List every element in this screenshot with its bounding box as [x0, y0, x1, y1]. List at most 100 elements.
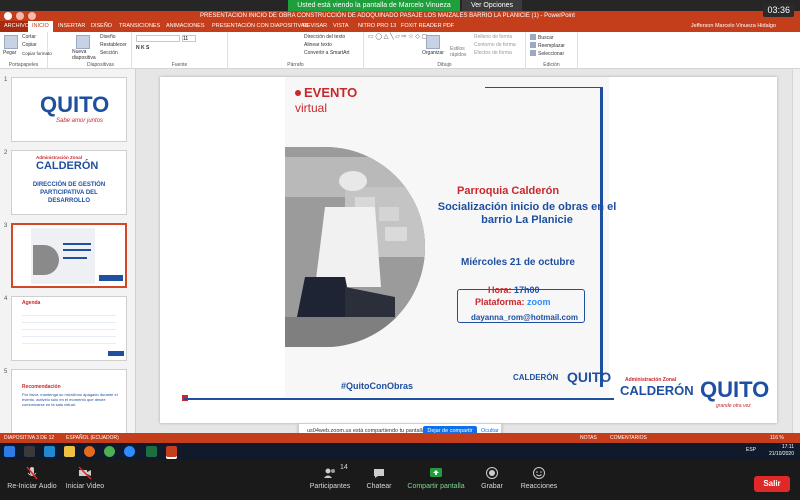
vertical-scrollbar[interactable]	[792, 69, 800, 433]
tab-foxit[interactable]: FOXIT READER PDF	[397, 21, 458, 32]
chrome-icon[interactable]	[104, 446, 115, 457]
event-poster: EVENTO virtual Parroquia Calderón Social…	[285, 77, 616, 397]
section-button[interactable]: Sección	[100, 50, 118, 57]
folder-icon[interactable]	[64, 446, 75, 457]
zoom-window: Usted está viendo la pantalla de Marcelo…	[0, 0, 800, 500]
red-dot-icon	[295, 90, 301, 96]
share-screen-button[interactable]: Compartir pantalla	[404, 460, 468, 500]
leave-meeting-button[interactable]: Salir	[754, 476, 790, 492]
slide-thumbnail-1[interactable]: QUITO Sabe amor juntos	[11, 77, 127, 142]
font-size-select[interactable]: 11	[182, 35, 196, 42]
reset-button[interactable]: Restablecer	[100, 42, 127, 49]
select-label: Seleccionar	[538, 51, 565, 57]
tab-inicio[interactable]: INICIO	[28, 21, 53, 32]
format-painter-button[interactable]: Copiar formato	[22, 50, 52, 57]
tab-vista[interactable]: VISTA	[329, 21, 353, 32]
calderon-logo: CALDERÓN	[36, 160, 99, 172]
align-text-button[interactable]: Alinear texto	[304, 42, 332, 49]
slide-thumbnail-2[interactable]: Administración Zonal CALDERÓN DIRECCIÓN …	[11, 150, 127, 215]
participants-button[interactable]: 14 Participantes	[308, 460, 352, 500]
layout-button[interactable]: Diseño	[100, 34, 116, 41]
ribbon: Pegar Cortar Copiar Copiar formato Porta…	[0, 32, 800, 69]
quick-styles-button[interactable]: Estilos rápidos	[450, 46, 470, 58]
participants-icon	[324, 468, 335, 478]
audio-button[interactable]: Re-Iniciar Audio	[4, 460, 60, 500]
chat-button[interactable]: Chatear	[362, 460, 396, 500]
replace-label: Reemplazar	[538, 43, 565, 49]
zoom-logo: zoom	[527, 297, 551, 307]
participants-count: 14	[340, 464, 348, 471]
arrange-icon[interactable]	[426, 35, 440, 49]
replace-button[interactable]: Reemplazar	[530, 42, 565, 50]
comments-button[interactable]: COMENTARIOS	[610, 433, 647, 443]
slide-canvas[interactable]: EVENTO virtual Parroquia Calderón Social…	[160, 77, 777, 423]
text-direction-button[interactable]: Dirección del texto	[304, 34, 345, 41]
video-off-icon	[78, 466, 92, 480]
quito-logo: QUITO	[40, 92, 110, 117]
meeting-clock: 03:36	[763, 3, 794, 17]
bold-icon[interactable]: N K S	[136, 45, 149, 52]
tab-presentacion[interactable]: PRESENTACIÓN CON DIAPOSITIVAS	[208, 21, 312, 32]
arrange-button[interactable]: Organizar	[422, 50, 444, 57]
new-slide-icon[interactable]	[76, 35, 90, 49]
paste-button[interactable]: Pegar	[3, 50, 16, 57]
undo-icon[interactable]	[28, 12, 36, 20]
record-icon	[486, 467, 498, 479]
paste-icon[interactable]	[4, 35, 18, 49]
user-name: Jefferson Marcelo Vinueza Hidalgo	[690, 23, 776, 29]
evento-title: EVENTO	[295, 85, 357, 100]
find-button[interactable]: Buscar	[530, 34, 554, 42]
windows-taskbar: ESP 17:11 21/10/2020	[0, 443, 800, 460]
smartart-button[interactable]: Convertir a SmartArt	[304, 50, 350, 57]
video-button[interactable]: Iniciar Video	[62, 460, 108, 500]
group-label: Fuente	[171, 62, 188, 68]
select-button[interactable]: Seleccionar	[530, 50, 564, 58]
group-label: Dibujo	[437, 62, 452, 68]
windows-start-icon[interactable]	[4, 446, 15, 457]
record-button[interactable]: Grabar	[476, 460, 508, 500]
group-font: 11 N K S Fuente	[132, 32, 228, 69]
replace-icon	[530, 42, 536, 48]
tab-animaciones[interactable]: ANIMACIONES	[162, 21, 209, 32]
reactions-button[interactable]: Reacciones	[516, 460, 562, 500]
select-icon	[530, 50, 536, 56]
tab-nitro[interactable]: NITRO PRO 13	[354, 21, 400, 32]
font-family-select[interactable]	[136, 35, 180, 42]
view-options-button[interactable]: Ver Opciones	[462, 0, 522, 11]
ie-icon[interactable]	[44, 446, 55, 457]
thumb-number: 3	[4, 223, 8, 229]
tab-transiciones[interactable]: TRANSICIONES	[115, 21, 164, 32]
ribbon-tabs: ARCHIVO INICIO INSERTAR DISEÑO TRANSICIO…	[0, 21, 800, 32]
tab-insertar[interactable]: INSERTAR	[54, 21, 89, 32]
ppt-titlebar: PRESENTACION INICIO DE OBRA CONSTRUCCIÓN…	[0, 11, 800, 21]
zoom-level[interactable]: 116 %	[770, 433, 784, 443]
thumb-text-line	[63, 257, 87, 259]
excel-icon[interactable]	[146, 446, 157, 457]
system-tray: ESP 17:11 21/10/2020	[746, 444, 794, 458]
copy-button[interactable]: Copiar	[22, 42, 37, 49]
new-slide-button[interactable]: Nueva diapositiva	[72, 49, 100, 61]
workspace: 1 QUITO Sabe amor juntos 2 Administració…	[0, 69, 800, 433]
poster-calderon-logo: CALDERÓN	[513, 373, 559, 382]
slide-thumbnail-5[interactable]: Recomendación Por favor, mantenga su mic…	[11, 369, 127, 433]
slide-thumbnail-3[interactable]	[11, 223, 127, 288]
shape-outline-button[interactable]: Contorno de forma	[474, 42, 516, 49]
firefox-icon[interactable]	[84, 446, 95, 457]
powerpoint-taskbar-icon[interactable]	[166, 446, 177, 457]
zoom-app-icon[interactable]	[124, 446, 135, 457]
tab-revisar[interactable]: REVISAR	[299, 21, 331, 32]
worker-photo	[285, 147, 425, 347]
shapes-gallery[interactable]: ▭ ◯ △ ╲ ▱ ⇨ ☆ ◇ ▢	[368, 34, 427, 41]
slide-thumbnail-4[interactable]: Agenda	[11, 296, 127, 361]
task-view-icon[interactable]	[24, 446, 35, 457]
notes-button[interactable]: NOTAS	[580, 433, 597, 443]
cut-button[interactable]: Cortar	[22, 34, 36, 41]
audio-label: Re-Iniciar Audio	[7, 483, 57, 490]
tab-diseno[interactable]: DISEÑO	[87, 21, 116, 32]
tray-language[interactable]: ESP	[746, 447, 756, 454]
shape-effects-button[interactable]: Efectos de forma	[474, 50, 512, 57]
language-indicator[interactable]: ESPAÑOL (ECUADOR)	[66, 433, 119, 443]
shape-fill-button[interactable]: Relleno de forma	[474, 34, 512, 41]
thumb-logo	[99, 275, 123, 281]
save-icon[interactable]	[16, 12, 24, 20]
